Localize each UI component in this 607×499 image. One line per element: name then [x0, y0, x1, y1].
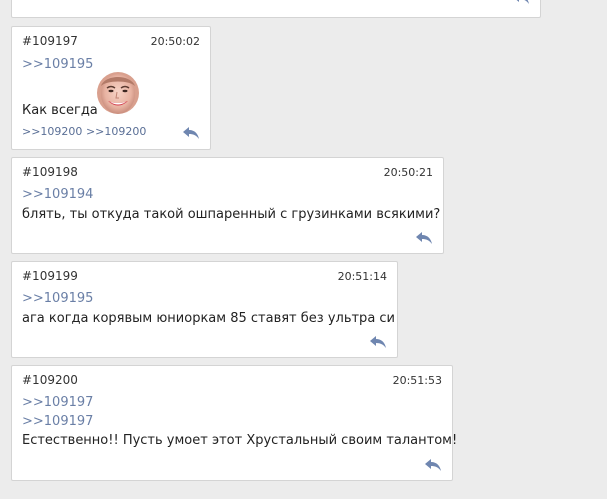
post-text: блять, ты откуда такой ошпаренный с груз…	[22, 207, 441, 222]
post-text: ага когда корявым юниоркам 85 ставят без…	[22, 311, 396, 326]
reply-link[interactable]: >>109200	[22, 125, 82, 138]
post-ref-link[interactable]: >>109197	[22, 414, 93, 429]
reply-arrow-icon[interactable]	[415, 231, 433, 245]
post-ref-link[interactable]: >>109195	[22, 57, 93, 72]
post-id: #109200	[22, 373, 78, 387]
post-time: 20:51:53	[392, 374, 442, 387]
post-id: #109199	[22, 269, 78, 283]
post-time: 20:51:14	[337, 270, 387, 283]
post-text: Естественно!! Пусть умоет этот Хрустальн…	[22, 433, 458, 448]
post-time: 20:50:21	[383, 166, 433, 179]
post-id: #109197	[22, 34, 78, 48]
post-replies: >>109200 >>109200	[22, 125, 146, 138]
post-109197: #109197 20:50:02 >>109195 Как всегда >>1…	[11, 26, 211, 150]
reply-arrow-icon[interactable]	[512, 0, 530, 5]
post-ref-link[interactable]: >>109194	[22, 187, 93, 202]
post-text: Как всегда	[22, 103, 98, 118]
reply-arrow-icon[interactable]	[424, 458, 442, 472]
post-109200: #109200 20:51:53 >>109197 >>109197 Естес…	[11, 365, 457, 481]
post-109199: #109199 20:51:14 >>109195 ага когда коря…	[11, 261, 398, 358]
post-id: #109198	[22, 165, 78, 179]
post-previous	[11, 0, 541, 18]
reply-arrow-icon[interactable]	[369, 335, 387, 349]
post-109198: #109198 20:50:21 >>109194 блять, ты отку…	[11, 157, 444, 254]
post-time: 20:50:02	[150, 35, 200, 48]
smiling-face-sticker-icon	[97, 72, 139, 114]
reply-link[interactable]: >>109200	[86, 125, 146, 138]
reply-arrow-icon[interactable]	[182, 126, 200, 140]
post-ref-link[interactable]: >>109197	[22, 395, 93, 410]
post-ref-link[interactable]: >>109195	[22, 291, 93, 306]
thread-view: #109197 20:50:02 >>109195 Как всегда >>1…	[0, 0, 607, 499]
